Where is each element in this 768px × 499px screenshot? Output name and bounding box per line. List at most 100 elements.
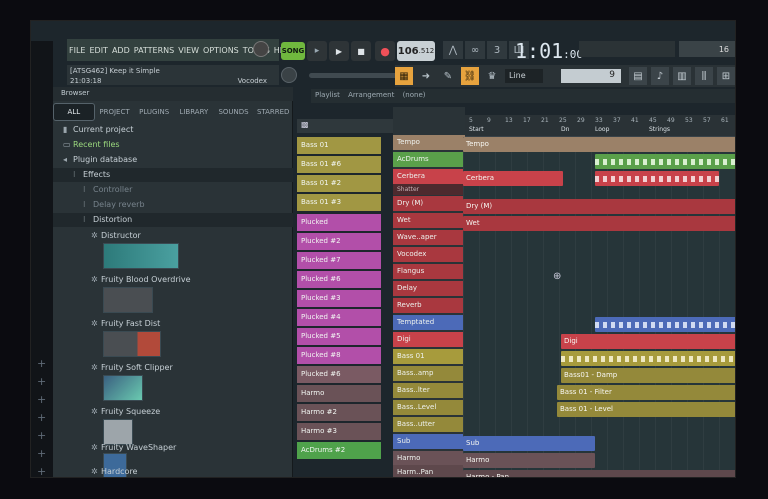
plugin-icon[interactable]: ⊞ — [717, 67, 735, 85]
plugin-fruity-fast-dist[interactable]: ✲ Fruity Fast Dist — [53, 317, 293, 331]
menu-edit[interactable]: EDIT — [89, 46, 107, 55]
timeline-ruler[interactable]: 5 9 13 17 21 25 29 33 37 41 45 49 53 57 … — [463, 115, 735, 137]
automation-clip[interactable]: Bass 01 - Filter — [557, 385, 735, 400]
plus-icon[interactable]: + — [37, 429, 46, 442]
automation-clip[interactable]: Bass01 - Damp — [561, 368, 735, 383]
track-header[interactable]: Bass 01 — [393, 349, 465, 364]
automation-clip[interactable]: Wet — [463, 216, 735, 231]
channel-button[interactable]: Plucked #8 — [297, 347, 381, 364]
playlist-grid[interactable]: Tempo Cerbera Dry (M) Wet Digi Bass01 - … — [463, 137, 735, 477]
arrangement-label[interactable]: Arrangement — [348, 91, 394, 99]
plugin-fruity-blood-overdrive[interactable]: ✲ Fruity Blood Overdrive — [53, 273, 293, 287]
channel-button[interactable]: Plucked #6 — [297, 366, 381, 383]
plus-icon[interactable]: + — [37, 375, 46, 388]
channel-button[interactable]: Plucked — [297, 214, 381, 231]
track-header[interactable]: Bass..amp — [393, 366, 465, 381]
tree-item-delay-reverb[interactable]: ⁝ Delay reverb — [53, 198, 293, 212]
pattern-clip[interactable]: Sub — [463, 436, 595, 451]
track-header[interactable]: Bass..utter — [393, 417, 465, 432]
automation-clip[interactable]: Harmo - Pan — [463, 470, 735, 477]
plus-icon[interactable]: + — [37, 465, 46, 477]
channel-button[interactable]: Plucked #3 — [297, 290, 381, 307]
track-header[interactable]: Bass..lter — [393, 383, 465, 398]
stop-button[interactable]: ■ — [351, 41, 371, 61]
channel-button[interactable]: Harmo #2 — [297, 404, 381, 421]
tempo-display[interactable]: 106.512 — [397, 41, 435, 61]
tree-item-distortion[interactable]: ⁝ Distortion — [53, 213, 293, 227]
tab-all[interactable]: ALL — [53, 103, 95, 121]
channel-button[interactable]: Harmo #3 — [297, 423, 381, 440]
tab-plugins[interactable]: PLUGINS — [134, 103, 174, 121]
channel-button[interactable]: Plucked #4 — [297, 309, 381, 326]
track-header[interactable]: Shatter — [393, 184, 465, 195]
track-header[interactable]: Flangus — [393, 264, 465, 279]
channel-button[interactable]: Plucked #6 — [297, 271, 381, 288]
track-header[interactable]: Wet — [393, 213, 465, 228]
plugin-fruity-soft-clipper[interactable]: ✲ Fruity Soft Clipper — [53, 361, 293, 375]
automation-clip[interactable]: Dry (M) — [463, 199, 735, 214]
track-header[interactable]: Temptated — [393, 315, 465, 330]
pattern-clip[interactable] — [561, 351, 735, 366]
channel-button[interactable]: Bass 01 #6 — [297, 156, 381, 173]
channel-button[interactable]: Bass 01 — [297, 137, 381, 154]
track-header[interactable]: Dry (M) — [393, 196, 465, 211]
main-volume-knob[interactable] — [253, 41, 269, 57]
tab-starred[interactable]: STARRED — [253, 103, 293, 121]
track-header[interactable]: Sub — [393, 434, 465, 449]
automation-clip[interactable]: Bass 01 - Level — [557, 402, 735, 417]
track-header[interactable]: Vocodex — [393, 247, 465, 262]
metronome-icon[interactable]: ⋀ — [443, 41, 463, 59]
menu-view[interactable]: VIEW — [178, 46, 199, 55]
pattern-clip[interactable] — [595, 317, 735, 332]
plugin-hardcore[interactable]: ✲ Hardcore — [53, 465, 293, 477]
pencil-icon[interactable]: ✎ — [439, 67, 457, 85]
plugin-fruity-squeeze[interactable]: ✲ Fruity Squeeze — [53, 405, 293, 419]
track-header[interactable]: Cerbera — [393, 169, 465, 184]
plus-icon[interactable]: + — [37, 447, 46, 460]
pattern-clip[interactable]: Digi — [561, 334, 735, 349]
pattern-number-field[interactable]: 9 — [561, 69, 621, 83]
tab-library[interactable]: LIBRARY — [174, 103, 214, 121]
plus-icon[interactable]: + — [37, 411, 46, 424]
record-button[interactable]: ● — [375, 41, 395, 61]
track-header[interactable]: Delay — [393, 281, 465, 296]
track-header[interactable]: Reverb — [393, 298, 465, 313]
tree-item-effects[interactable]: ⁝ Effects — [53, 168, 293, 182]
master-pitch-knob[interactable] — [281, 67, 297, 83]
marker[interactable]: Dn — [561, 126, 569, 133]
tab-project[interactable]: PROJECT — [95, 103, 135, 121]
menu-add[interactable]: ADD — [112, 46, 130, 55]
pattern-clip[interactable] — [595, 154, 735, 169]
menu-options[interactable]: OPTIONS — [203, 46, 239, 55]
master-volume-slider[interactable] — [309, 73, 407, 78]
tree-item-current-project[interactable]: ▮ Current project — [53, 123, 293, 137]
plugin-fruity-waveshaper[interactable]: ✲ Fruity WaveShaper — [53, 441, 293, 455]
pattern-selector[interactable]: (none) — [403, 91, 426, 99]
plugin-distructor[interactable]: ✲ Distructor — [53, 229, 293, 243]
menu-patterns[interactable]: PATTERNS — [134, 46, 174, 55]
play-button[interactable]: ▶ — [329, 41, 349, 61]
pattern-clip[interactable] — [595, 171, 719, 186]
channel-button[interactable]: Plucked #2 — [297, 233, 381, 250]
track-header[interactable]: Harm..Pan — [393, 465, 465, 477]
marker-start[interactable]: Start — [469, 126, 484, 133]
playlist-icon[interactable]: ▤ — [629, 67, 647, 85]
track-header[interactable]: Wave..aper — [393, 230, 465, 245]
stamp-icon[interactable]: ♛ — [483, 67, 501, 85]
tab-sounds[interactable]: SOUNDS — [214, 103, 254, 121]
channel-rack-icon[interactable]: ▥ — [673, 67, 691, 85]
tree-item-recent-files[interactable]: ▭ Recent files — [53, 138, 293, 152]
track-header[interactable]: Harmo — [393, 451, 465, 466]
plus-icon[interactable]: + — [37, 357, 46, 370]
channel-button[interactable]: Plucked #5 — [297, 328, 381, 345]
marker[interactable]: Strings — [649, 126, 670, 133]
pattern-mode-button[interactable]: ▸ — [307, 41, 327, 61]
channel-button[interactable]: Bass 01 #2 — [297, 175, 381, 192]
snap-icon[interactable]: ▦ — [395, 67, 413, 85]
tree-item-plugin-database[interactable]: ◂ Plugin database — [53, 153, 293, 167]
channel-button[interactable]: Bass 01 #3 — [297, 194, 381, 211]
tree-item-controller[interactable]: ⁝ Controller — [53, 183, 293, 197]
piano-roll-icon[interactable]: ♪ — [651, 67, 669, 85]
track-header[interactable]: Bass..Level — [393, 400, 465, 415]
countdown-icon[interactable]: 3 — [487, 41, 507, 59]
